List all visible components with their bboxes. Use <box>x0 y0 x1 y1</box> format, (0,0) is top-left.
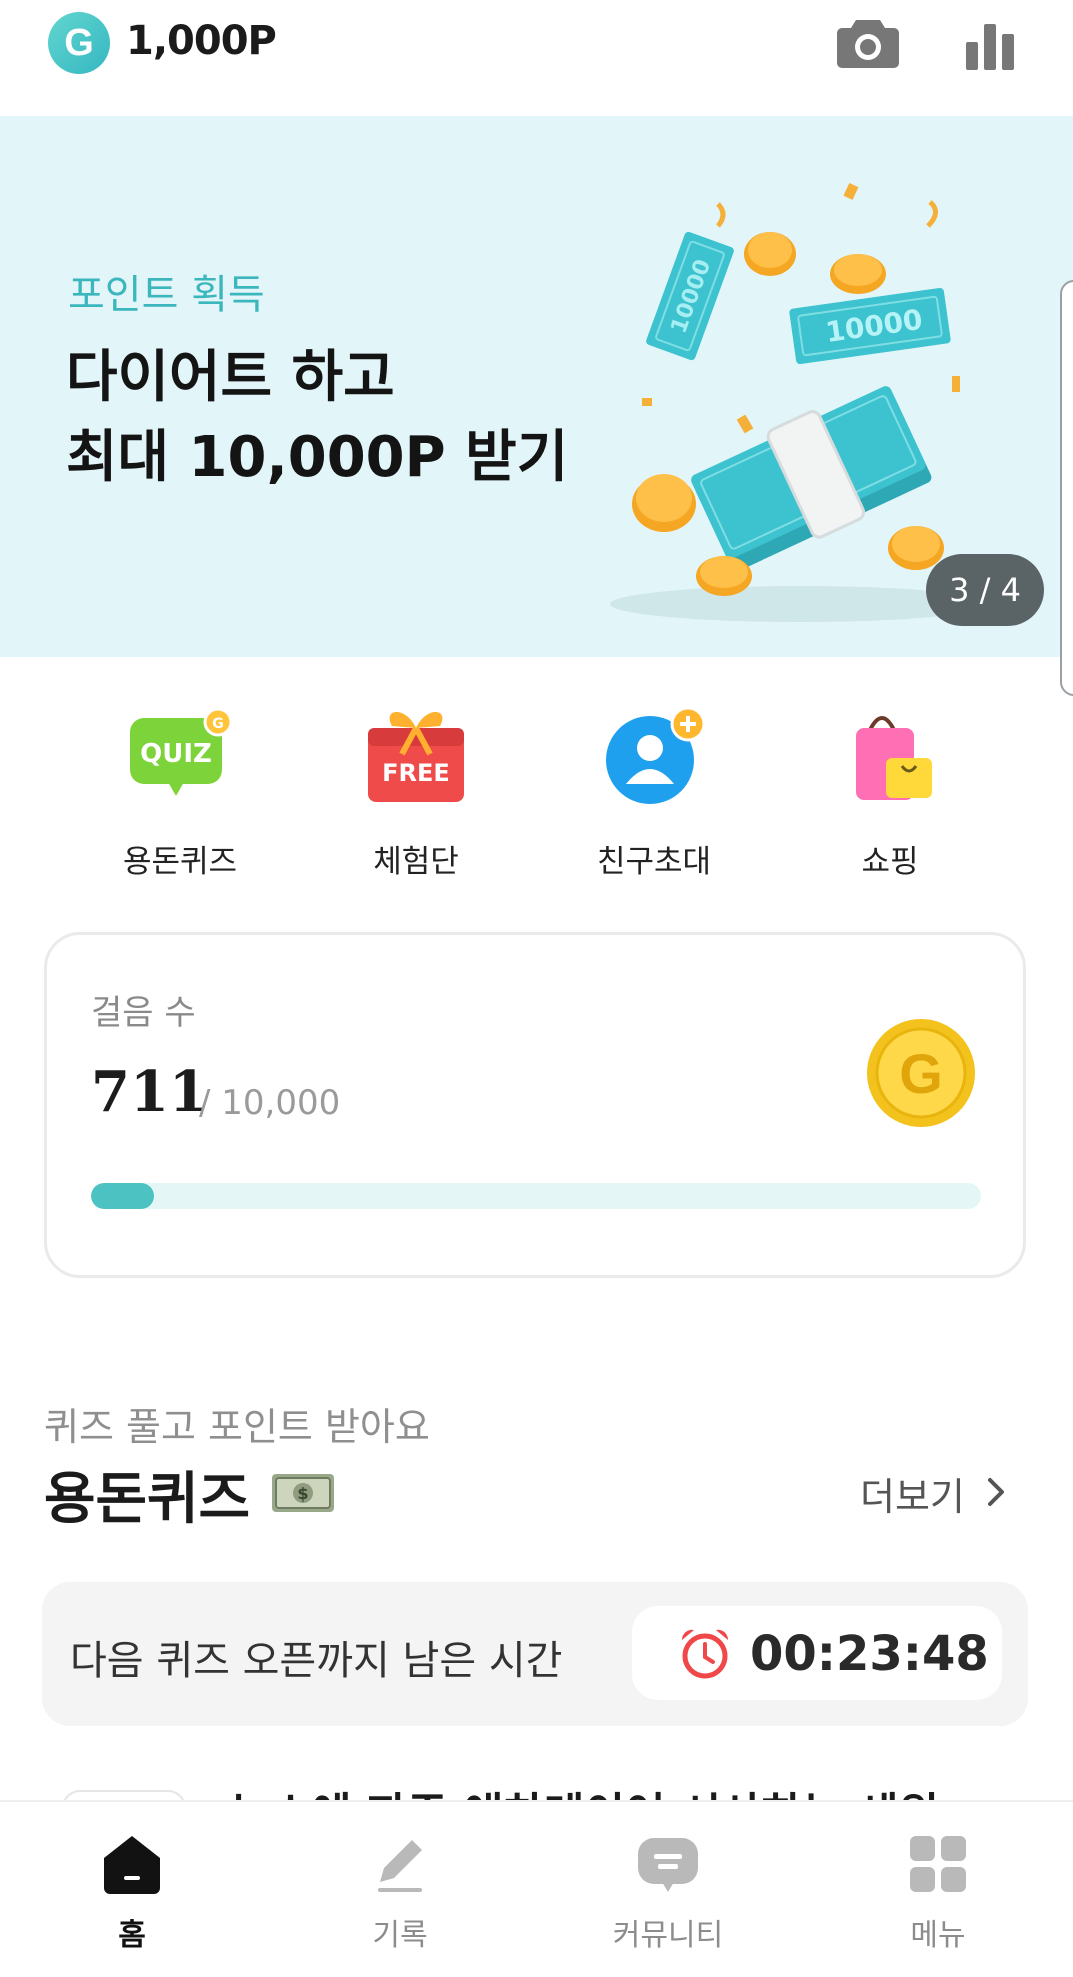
grid-menu-icon <box>910 1836 966 1892</box>
banner-title-line1: 다이어트 하고 <box>66 345 395 410</box>
quiz-timer-box: 다음 퀴즈 오픈까지 남은 시간 00:23:48 <box>42 1582 1028 1726</box>
quiz-timer-value: 00:23:48 <box>750 1626 989 1682</box>
brand-g-icon[interactable]: G <box>48 12 110 74</box>
camera-icon[interactable] <box>836 14 900 70</box>
quick-label-invite: 친구초대 <box>596 844 712 880</box>
steps-card[interactable]: 걸음 수 711 / 10,000 G <box>44 932 1026 1278</box>
steps-goal: / 10,000 <box>199 1083 341 1123</box>
quick-label-quiz: 용돈퀴즈 <box>122 844 238 880</box>
quick-label-experience: 체험단 <box>373 844 459 880</box>
steps-progress-fill <box>91 1183 155 1209</box>
banner-title: 다이어트 하고 최대 10,000P 받기 <box>66 338 568 498</box>
quiz-section-title: 용돈퀴즈 <box>44 1467 251 1532</box>
svg-text:$: $ <box>297 1484 308 1503</box>
quiz-icon: QUIZ G <box>130 707 230 796</box>
svg-text:FREE: FREE <box>382 759 450 787</box>
svg-text:G: G <box>212 716 224 732</box>
promo-banner[interactable]: 포인트 획득 다이어트 하고 최대 10,000P 받기 10000 10000 <box>0 116 1073 657</box>
quick-menu: QUIZ G 용돈퀴즈 FREE 체험단 친구초대 쇼핑 <box>0 700 1073 890</box>
nav-home[interactable]: 홈 <box>32 1802 232 1972</box>
svg-text:QUIZ: QUIZ <box>140 739 212 769</box>
points-balance[interactable]: 1,000P <box>126 18 277 64</box>
pencil-icon <box>378 1840 422 1892</box>
steps-progress-bar <box>91 1183 981 1209</box>
app-screen: G 1,000P 포인트 획득 다이어트 하고 최대 10,000P 받기 10… <box>0 0 1073 1977</box>
nav-record-label: 기록 <box>372 1918 428 1953</box>
nav-menu-label: 메뉴 <box>910 1918 966 1953</box>
nav-menu[interactable]: 메뉴 <box>838 1802 1038 1972</box>
invite-friend-icon <box>606 706 704 804</box>
bar-chart-icon[interactable] <box>964 16 1016 72</box>
steps-count: 711 <box>91 1059 208 1125</box>
banner-subtitle: 포인트 획득 <box>68 272 265 318</box>
quiz-more-button[interactable]: 더보기 <box>860 1466 965 1521</box>
quiz-timer-label: 다음 퀴즈 오픈까지 남은 시간 <box>70 1638 563 1684</box>
alarm-clock-icon <box>681 1629 729 1679</box>
steps-label: 걸음 수 <box>91 993 196 1033</box>
chevron-right-icon[interactable] <box>984 1474 1008 1510</box>
banner-pager[interactable]: 3 / 4 <box>926 554 1044 626</box>
home-icon <box>104 1836 160 1894</box>
quick-item-shopping[interactable]: 쇼핑 <box>800 700 980 890</box>
quiz-section-subtitle: 퀴즈 풀고 포인트 받아요 <box>44 1405 430 1449</box>
nav-record[interactable]: 기록 <box>300 1802 500 1972</box>
chat-bubble-icon <box>638 1838 698 1892</box>
nav-community[interactable]: 커뮤니티 <box>568 1802 768 1972</box>
free-gift-icon: FREE <box>368 712 464 802</box>
quick-item-quiz[interactable]: QUIZ G 용돈퀴즈 <box>90 700 270 890</box>
nav-community-label: 커뮤니티 <box>612 1918 724 1953</box>
side-drawer-handle[interactable] <box>1060 280 1073 696</box>
shopping-bag-icon <box>856 716 932 800</box>
quiz-timer-pill: 00:23:48 <box>632 1606 1002 1700</box>
nav-home-label: 홈 <box>118 1918 146 1953</box>
quick-item-invite[interactable]: 친구초대 <box>564 700 744 890</box>
top-header: G 1,000P <box>0 0 1073 116</box>
g-coin-icon[interactable]: G <box>865 1017 977 1129</box>
bottom-navigation: 홈 기록 커뮤니티 메뉴 <box>0 1800 1073 1977</box>
money-bill-icon: $ <box>272 1474 334 1512</box>
quick-item-experience[interactable]: FREE 체험단 <box>326 700 506 890</box>
banner-title-line2: 최대 10,000P 받기 <box>66 425 569 490</box>
quick-label-shopping: 쇼핑 <box>861 844 919 880</box>
svg-text:G: G <box>899 1042 943 1105</box>
